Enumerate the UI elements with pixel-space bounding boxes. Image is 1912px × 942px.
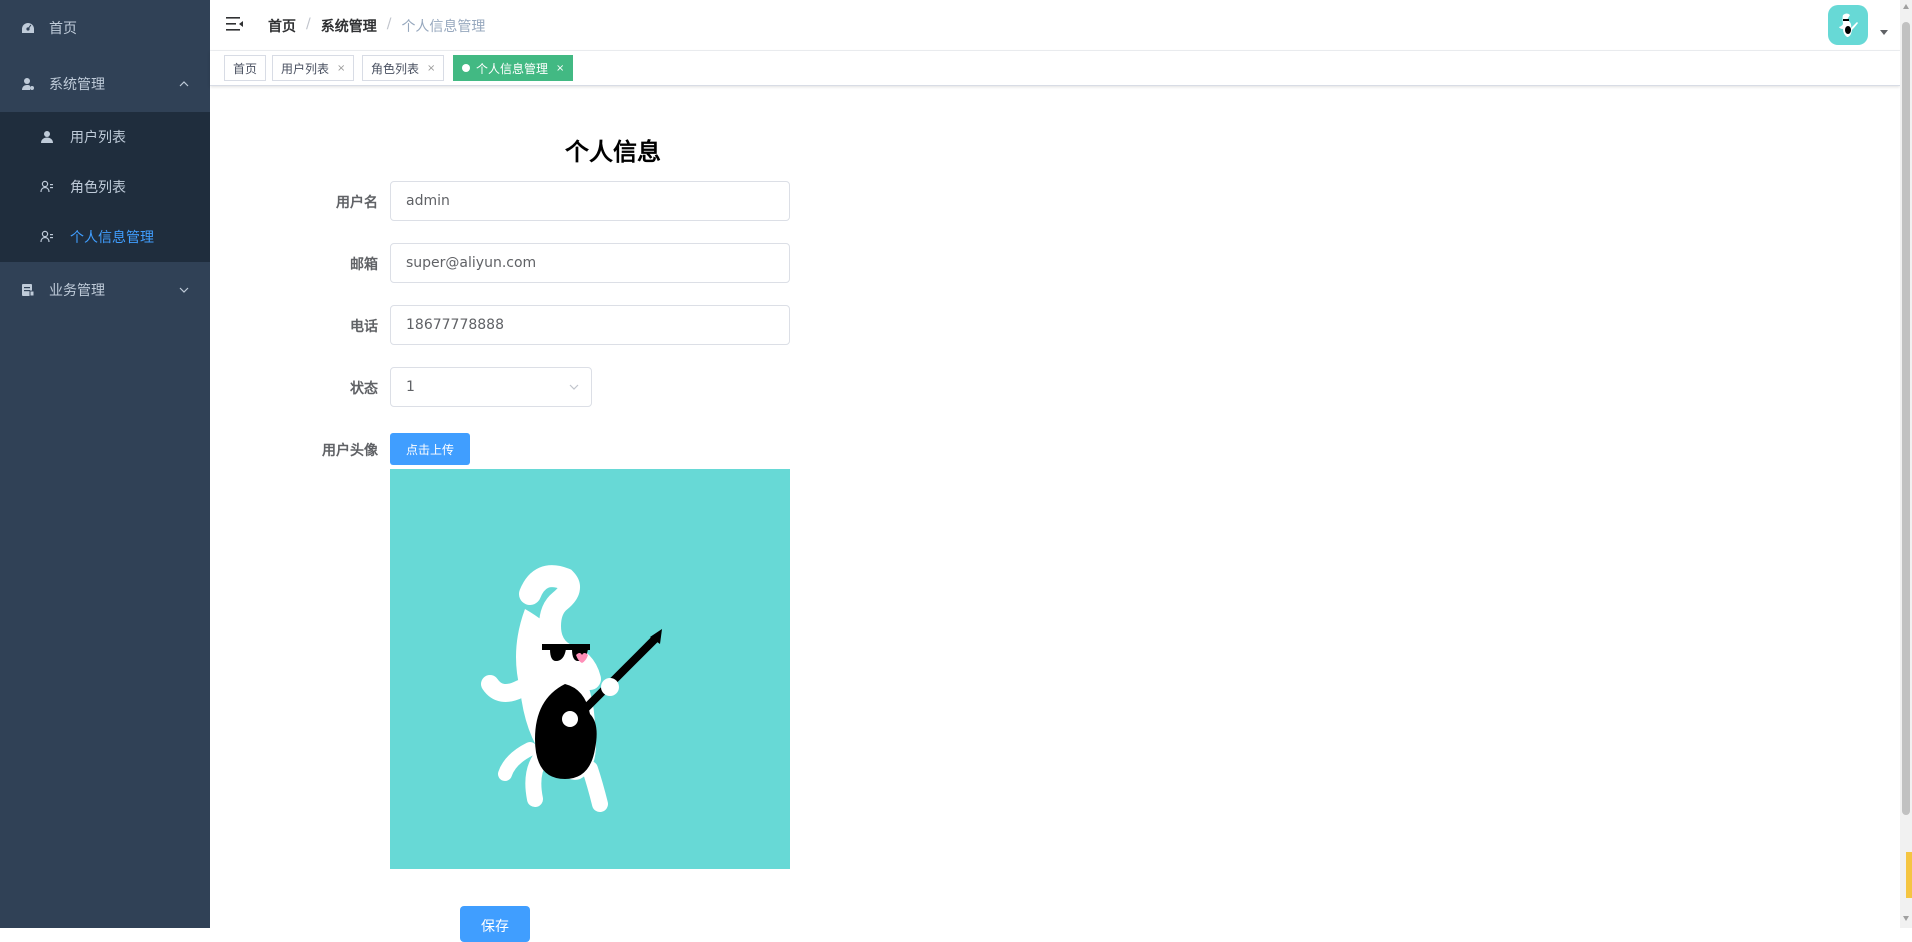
side-accent-bar — [1906, 852, 1912, 898]
username-value: admin — [406, 193, 450, 209]
chevron-up-icon — [179, 81, 189, 87]
status-select[interactable]: 1 — [390, 367, 592, 407]
menu-item-system[interactable]: 系统管理 — [0, 56, 210, 112]
user-avatar[interactable] — [1828, 5, 1868, 45]
menu-item-home[interactable]: 首页 — [0, 0, 210, 56]
breadcrumb-separator: / — [306, 16, 311, 32]
upload-button[interactable]: 点击上传 — [390, 433, 470, 465]
dashboard-icon — [20, 20, 36, 36]
breadcrumb-separator: / — [386, 16, 392, 32]
menu-item-business[interactable]: 业务管理 — [0, 262, 210, 318]
menu-item-business-label: 业务管理 — [49, 283, 105, 299]
close-icon[interactable]: × — [337, 63, 345, 74]
user-list-icon — [39, 179, 55, 195]
tab-profile-label: 个人信息管理 — [476, 61, 549, 76]
save-button[interactable]: 保存 — [460, 906, 530, 942]
sidebar: 首页 系统管理 用户列表 角色列表 个人信息管理 业务管理 — [0, 0, 210, 928]
sidebar-item-user-list-label: 用户列表 — [70, 130, 126, 146]
sidebar-item-user-list[interactable]: 用户列表 — [0, 112, 210, 162]
tab-role-list-label: 角色列表 — [371, 61, 420, 76]
sidebar-item-role-list[interactable]: 角色列表 — [0, 162, 210, 212]
user-list-icon — [39, 229, 55, 245]
close-icon[interactable]: × — [556, 63, 564, 74]
user-icon — [39, 129, 55, 145]
email-field[interactable]: super@aliyun.com — [390, 243, 790, 283]
email-label: 邮箱 — [350, 257, 378, 273]
tags-view: 首页 用户列表 × 角色列表 × 个人信息管理 × — [210, 51, 1900, 86]
tab-home[interactable]: 首页 — [224, 55, 267, 81]
phone-label: 电话 — [350, 319, 378, 335]
username-label: 用户名 — [336, 195, 378, 211]
avatar-preview-image — [390, 469, 790, 869]
avatar-label: 用户头像 — [322, 443, 378, 459]
breadcrumb: 首页 / 系统管理 / 个人信息管理 — [268, 16, 485, 36]
menu-item-system-label: 系统管理 — [49, 77, 105, 93]
breadcrumb-system[interactable]: 系统管理 — [321, 16, 377, 36]
active-dot-icon — [462, 64, 470, 72]
scroll-down-icon[interactable] — [1903, 916, 1909, 921]
menu-item-home-label: 首页 — [49, 21, 77, 37]
scroll-up-icon[interactable] — [1903, 4, 1909, 9]
status-label: 状态 — [350, 381, 378, 397]
hamburger-icon[interactable] — [226, 16, 244, 32]
sidebar-item-role-list-label: 角色列表 — [70, 180, 126, 196]
username-field[interactable]: admin — [390, 181, 790, 221]
navbar: 首页 / 系统管理 / 个人信息管理 — [210, 0, 1900, 51]
page-title: 个人信息 — [565, 138, 661, 166]
avatar-image — [1839, 13, 1858, 37]
tab-user-list[interactable]: 用户列表 × — [272, 55, 355, 81]
tab-user-list-label: 用户列表 — [281, 61, 330, 76]
scroll-thumb[interactable] — [1902, 22, 1910, 815]
status-value: 1 — [406, 379, 415, 395]
scrollbar[interactable] — [1900, 0, 1912, 928]
sidebar-item-profile[interactable]: 个人信息管理 — [0, 212, 210, 262]
breadcrumb-home[interactable]: 首页 — [268, 16, 296, 36]
email-value: super@aliyun.com — [406, 255, 537, 271]
phone-value: 18677778888 — [406, 317, 504, 333]
tab-role-list[interactable]: 角色列表 × — [362, 55, 445, 81]
tab-home-label: 首页 — [233, 61, 258, 76]
tab-profile[interactable]: 个人信息管理 × — [453, 55, 574, 81]
close-icon[interactable]: × — [427, 63, 435, 74]
chevron-down-icon — [179, 287, 189, 293]
document-icon — [20, 282, 36, 298]
submenu-system: 用户列表 角色列表 个人信息管理 — [0, 112, 210, 262]
sidebar-item-profile-label: 个人信息管理 — [70, 230, 154, 246]
chevron-down-icon — [569, 384, 579, 390]
phone-field[interactable]: 18677778888 — [390, 305, 790, 345]
rabbit-guitar-illustration — [481, 565, 662, 812]
breadcrumb-current: 个人信息管理 — [401, 19, 486, 35]
caret-down-icon[interactable] — [1880, 30, 1888, 35]
user-admin-icon — [20, 76, 36, 92]
